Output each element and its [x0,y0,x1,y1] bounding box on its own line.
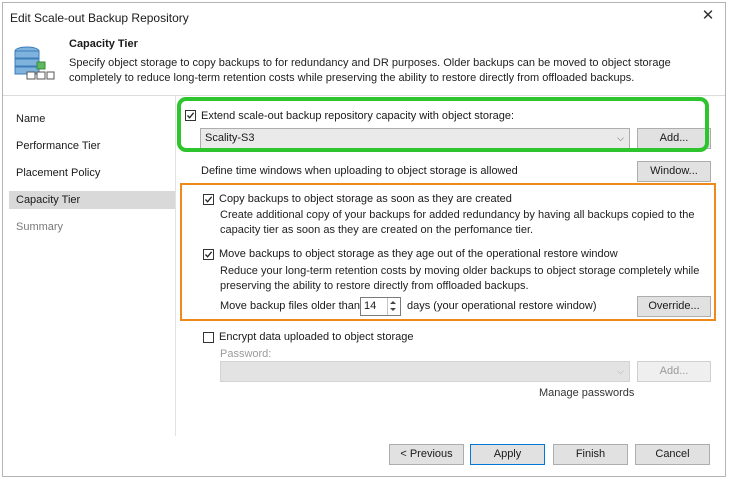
dialog-window: Edit Scale-out Backup Repository ✕ Capac… [2,2,726,477]
older-than-label: Move backup files older than [220,300,361,312]
checkmark-icon [205,196,213,203]
days-suffix-label: days (your operational restore window) [407,300,597,312]
extend-label: Extend scale-out backup repository capac… [201,110,515,122]
add-password-button[interactable]: Add... [637,361,711,382]
password-label: Password: [220,348,272,360]
password-select[interactable]: ⌵ [220,361,630,382]
move-label: Move backups to object storage as they a… [219,248,618,260]
object-storage-value: Scality-S3 [205,132,255,144]
title-bar: Edit Scale-out Backup Repository ✕ [3,3,725,33]
chevron-down-icon: ⌵ [617,366,624,376]
wizard-nav: Name Performance Tier Placement Policy C… [3,96,176,436]
nav-item-performance-tier[interactable]: Performance Tier [9,137,175,155]
copy-description: Create additional copy of your backups f… [220,209,695,236]
checkmark-icon [187,112,195,119]
move-description: Reduce your long-term retention costs by… [220,265,700,292]
encrypt-checkbox[interactable] [203,332,214,343]
nav-item-summary[interactable]: Summary [9,218,175,236]
add-storage-button[interactable]: Add... [637,128,711,149]
move-checkbox[interactable] [203,249,214,260]
step-title: Capacity Tier [69,38,138,50]
cancel-button[interactable]: Cancel [635,444,710,465]
days-stepper[interactable]: 14 [360,297,401,316]
extend-checkbox[interactable] [185,110,196,121]
nav-item-placement-policy[interactable]: Placement Policy [9,164,175,182]
step-header: Capacity Tier Specify object storage to … [3,33,725,96]
apply-button[interactable]: Apply [470,444,545,465]
stepper-arrows [387,298,400,315]
nav-item-capacity-tier[interactable]: Capacity Tier [9,191,175,209]
previous-button[interactable]: < Previous [389,444,464,465]
checkmark-icon [205,251,213,258]
manage-passwords-link[interactable]: Manage passwords [539,387,634,399]
window-button[interactable]: Window... [637,161,711,182]
finish-button[interactable]: Finish [553,444,628,465]
copy-checkbox[interactable] [203,194,214,205]
copy-label: Copy backups to object storage as soon a… [219,193,512,205]
window-title: Edit Scale-out Backup Repository [10,11,189,25]
encrypt-label: Encrypt data uploaded to object storage [219,331,414,343]
stepper-up-icon[interactable] [390,301,396,304]
time-windows-label: Define time windows when uploading to ob… [201,165,518,177]
chevron-down-icon: ⌵ [617,133,624,143]
step-description: Specify object storage to copy backups t… [69,57,671,84]
repository-icon [14,46,55,80]
object-storage-select[interactable]: Scality-S3 ⌵ [200,128,630,149]
close-icon[interactable]: ✕ [699,7,717,25]
stepper-down-icon[interactable] [390,308,396,311]
override-button[interactable]: Override... [637,296,711,317]
nav-item-name[interactable]: Name [9,110,175,128]
days-value: 14 [364,300,377,312]
